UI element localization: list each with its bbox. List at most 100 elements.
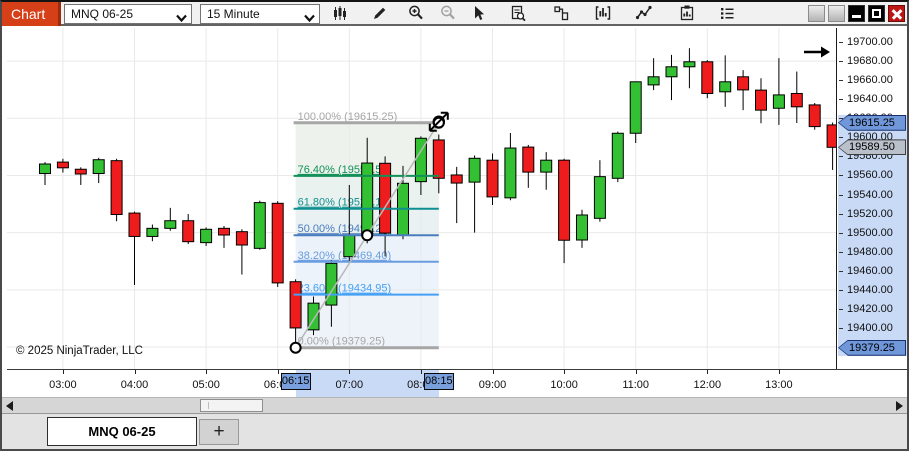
time-tick-mark	[493, 370, 494, 374]
fib-anchor-handle[interactable]	[291, 343, 301, 353]
candle-up	[577, 215, 588, 240]
interval-selector[interactable]: 15 Minute	[200, 4, 320, 24]
chart-style-icon	[331, 4, 349, 27]
price-tick-mark	[839, 156, 843, 157]
instrument-selector[interactable]: MNQ 06-25	[64, 4, 192, 24]
price-tick-mark	[839, 271, 843, 272]
price-tick-mark	[839, 118, 843, 119]
candle-down	[756, 90, 767, 110]
instrument-selector-value: MNQ 06-25	[71, 7, 133, 21]
price-tick-mark	[839, 175, 843, 176]
candle-down	[236, 232, 247, 245]
chart-trader-button[interactable]	[549, 3, 573, 27]
scroll-left-arrow-icon[interactable]	[6, 401, 13, 411]
price-marker-badge: 19615.25	[838, 115, 906, 131]
candle-up	[541, 160, 552, 172]
time-tick-mark	[206, 370, 207, 374]
candle-down	[523, 147, 534, 172]
data-series-button[interactable]	[506, 3, 530, 27]
candle-down	[809, 105, 820, 127]
price-tick-mark	[839, 61, 843, 62]
chevron-down-icon	[303, 10, 316, 28]
price-marker-badge: 19589.50	[838, 139, 906, 155]
indicators-icon	[594, 4, 612, 27]
minimize-button[interactable]	[848, 5, 865, 22]
candle-down	[272, 203, 283, 283]
zoom-out-button[interactable]	[436, 3, 460, 27]
time-tick-label: 07:00	[336, 379, 364, 391]
price-marker-badge: 19379.25	[838, 340, 906, 356]
candle-up	[93, 160, 104, 174]
candle-up	[344, 235, 355, 257]
window-title-chart-tab[interactable]: Chart	[2, 2, 61, 26]
price-tick-mark	[839, 233, 843, 234]
candle-down	[380, 163, 391, 233]
price-tick-mark	[839, 252, 843, 253]
time-tick-label: 05:00	[192, 379, 220, 391]
price-tick-label: 19420.00	[847, 303, 893, 315]
indicators-button[interactable]	[591, 3, 615, 27]
candle-up	[666, 67, 677, 77]
close-button[interactable]	[888, 5, 905, 22]
price-tick-label: 19480.00	[847, 246, 893, 258]
window-button-blank-2[interactable]	[828, 5, 845, 22]
price-tick-mark	[839, 214, 843, 215]
price-tick-label: 19660.00	[847, 74, 893, 86]
add-tab-button[interactable]: +	[199, 419, 239, 445]
price-tick-label: 19500.00	[847, 227, 893, 239]
candle-up	[773, 95, 784, 108]
fib-level-label: 50.00% (19497.25)	[298, 223, 392, 235]
candle-down	[702, 62, 713, 94]
drawing-tools-button[interactable]	[368, 3, 392, 27]
properties-icon	[678, 4, 696, 27]
price-axis[interactable]: 19700.0019680.0019660.0019640.0019620.00…	[836, 28, 907, 369]
zoom-in-button[interactable]	[404, 3, 428, 27]
price-tick-label: 19440.00	[847, 284, 893, 296]
zoom-in-icon	[407, 4, 425, 27]
candle-down	[290, 282, 301, 328]
candle-down	[559, 160, 570, 240]
strategies-button[interactable]	[632, 3, 656, 27]
pointer-button[interactable]	[466, 3, 490, 27]
time-tick-label: 04:00	[121, 379, 149, 391]
horizontal-scrollbar[interactable]	[2, 397, 907, 413]
candle-up	[505, 148, 516, 198]
candle-up	[40, 164, 51, 174]
scroll-right-arrow-icon[interactable]	[896, 401, 903, 411]
candle-down	[57, 162, 68, 168]
time-marker-badge: 08:15	[424, 373, 454, 390]
time-tick-mark	[349, 370, 350, 374]
properties-button[interactable]	[675, 3, 699, 27]
window-button-blank-1[interactable]	[808, 5, 825, 22]
time-tick-mark	[564, 370, 565, 374]
copyright-text: © 2025 NinjaTrader, LLC	[16, 345, 143, 357]
maximize-button[interactable]	[868, 5, 885, 22]
scrollbar-thumb[interactable]	[200, 399, 263, 412]
price-marker-value: 19615.25	[839, 116, 905, 130]
time-tick-mark	[779, 370, 780, 374]
candle-up	[469, 158, 480, 182]
price-tick-label: 19520.00	[847, 208, 893, 220]
candle-down	[791, 93, 802, 106]
candle-down	[827, 125, 836, 147]
candle-up	[630, 82, 641, 133]
price-tick-label: 19560.00	[847, 169, 893, 181]
time-tick-mark	[63, 370, 64, 374]
bullet-list-icon	[718, 4, 736, 27]
strategies-icon	[635, 4, 653, 27]
candle-up	[648, 77, 659, 85]
tab-mnq-06-25[interactable]: MNQ 06-25	[47, 417, 197, 446]
chart-style-button[interactable]	[328, 3, 352, 27]
time-axis[interactable]: 03:0004:0005:0006:0007:0008:0009:0010:00…	[7, 369, 907, 397]
candle-down	[129, 213, 140, 236]
price-marker-value: 19589.50	[839, 140, 905, 154]
chart-canvas[interactable]: 100.00% (19615.25)76.40% (19559.55)61.80…	[7, 28, 836, 369]
candle-up	[684, 62, 695, 67]
price-tick-label: 19540.00	[847, 189, 893, 201]
display-settings-button[interactable]	[715, 3, 739, 27]
minimize-icon	[852, 15, 861, 18]
zoom-out-icon	[439, 4, 457, 27]
scrollbar-grip	[208, 402, 209, 409]
fib-anchor-handle[interactable]	[362, 230, 372, 240]
title-bar: Chart MNQ 06-25 15 Minute	[2, 2, 907, 26]
